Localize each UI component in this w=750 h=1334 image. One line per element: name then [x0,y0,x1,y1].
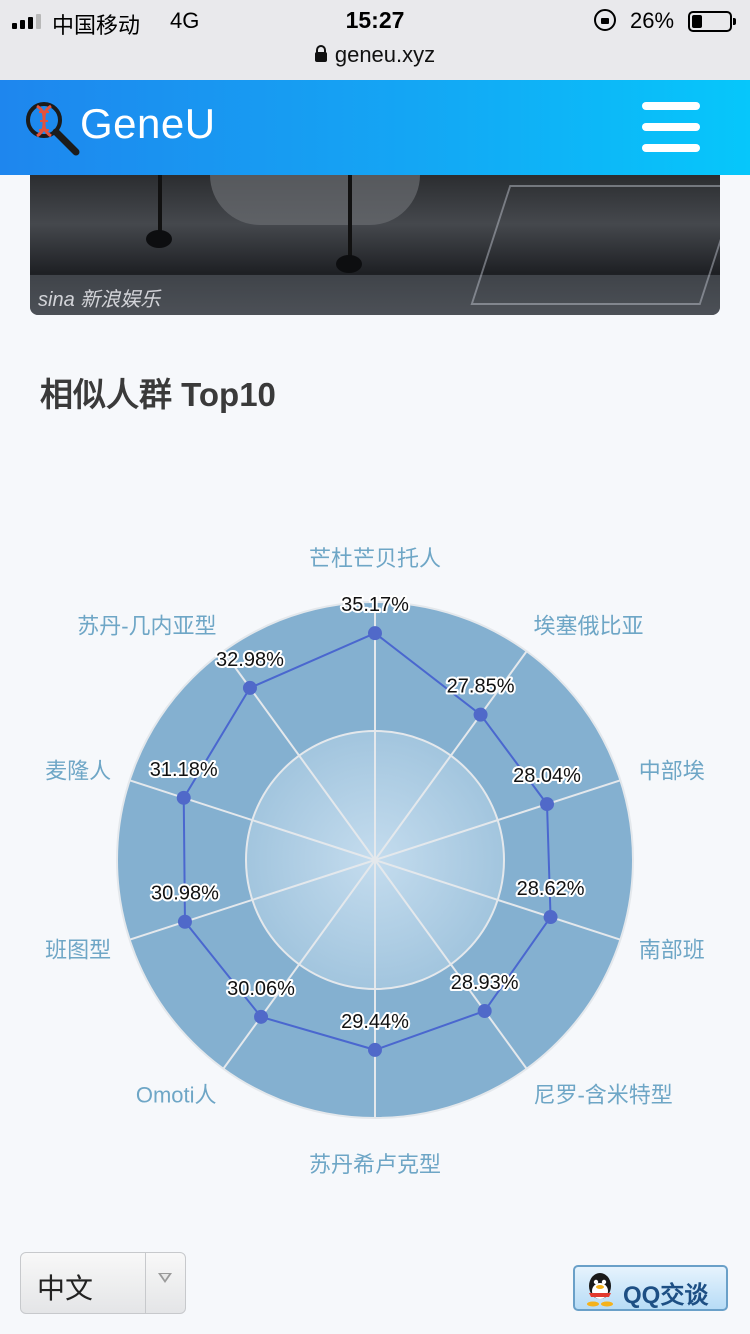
language-select[interactable]: 中文 [20,1252,186,1314]
battery-icon [688,11,736,32]
rotation-lock-icon [594,9,616,31]
radar-value-label: 27.85% [447,676,515,698]
battery-percent: 26% [630,8,675,33]
radar-point [540,797,555,812]
radar-axis-label: 苏丹希卢克型 [309,1152,441,1177]
radar-point [254,1009,269,1024]
radar-axis-label: 尼罗-含米特型 [533,1083,672,1108]
news-photo[interactable]: sina 新浪娱乐 [30,175,720,315]
lock-icon [314,45,327,62]
radar-axis-label: 南部班 [639,938,705,963]
radar-chart: 35.17% 27.85% 28.04% 28.62% 28.93% 29.44% 30.0… [45,546,705,1177]
radar-value-label: 31.18% [150,759,218,781]
address-bar[interactable]: geneu.xyz [0,42,750,68]
radar-point [477,1003,492,1018]
dna-magnifier-icon[interactable] [22,98,80,156]
brand-name[interactable]: GeneU [80,100,216,148]
radar-axis-label: 麦隆人 [45,758,111,783]
qq-chat-label: QQ交谈 [623,1282,709,1309]
menu-button[interactable] [642,102,702,154]
radar-point [368,626,382,641]
radar-value-label: 28.04% [513,765,581,787]
radar-value-label: 35.17% [341,594,409,616]
radar-point [242,680,257,695]
radar-point [543,910,558,925]
radar-value-label: 30.98% [151,883,219,905]
language-selected: 中文 [37,1273,94,1304]
radar-axis-label: 苏丹-几内亚型 [77,613,216,638]
sina-watermark: sina 新浪娱乐 [38,289,161,311]
url-text: geneu.xyz [334,42,436,67]
radar-point [473,707,488,722]
radar-value-label: 30.06% [227,978,295,1000]
chevron-down-icon [158,1273,172,1283]
section-title: 相似人群 Top10 [40,376,276,413]
site-header: GeneU [0,80,750,175]
status-bar: 中国移动 4G 15:27 26% geneu.xyz [0,0,750,80]
qq-penguin-icon [587,1273,613,1307]
radar-value-label: 32.98% [216,649,284,671]
radar-value-label: 29.44% [341,1011,409,1033]
qq-chat-button[interactable]: QQ交谈 [573,1265,728,1311]
radar-axis-label: Omoti人 [136,1083,217,1108]
radar-axis-label: 芒杜芒贝托人 [309,546,441,571]
radar-point [176,790,191,805]
radar-value-label: 28.62% [517,878,585,900]
radar-point [177,914,192,929]
radar-axis-label: 埃塞俄比亚 [533,613,643,638]
radar-point [368,1042,382,1057]
radar-value-label: 28.93% [451,972,519,994]
radar-axis-label: 中部埃 [639,758,705,783]
radar-axis-label: 班图型 [45,938,111,963]
